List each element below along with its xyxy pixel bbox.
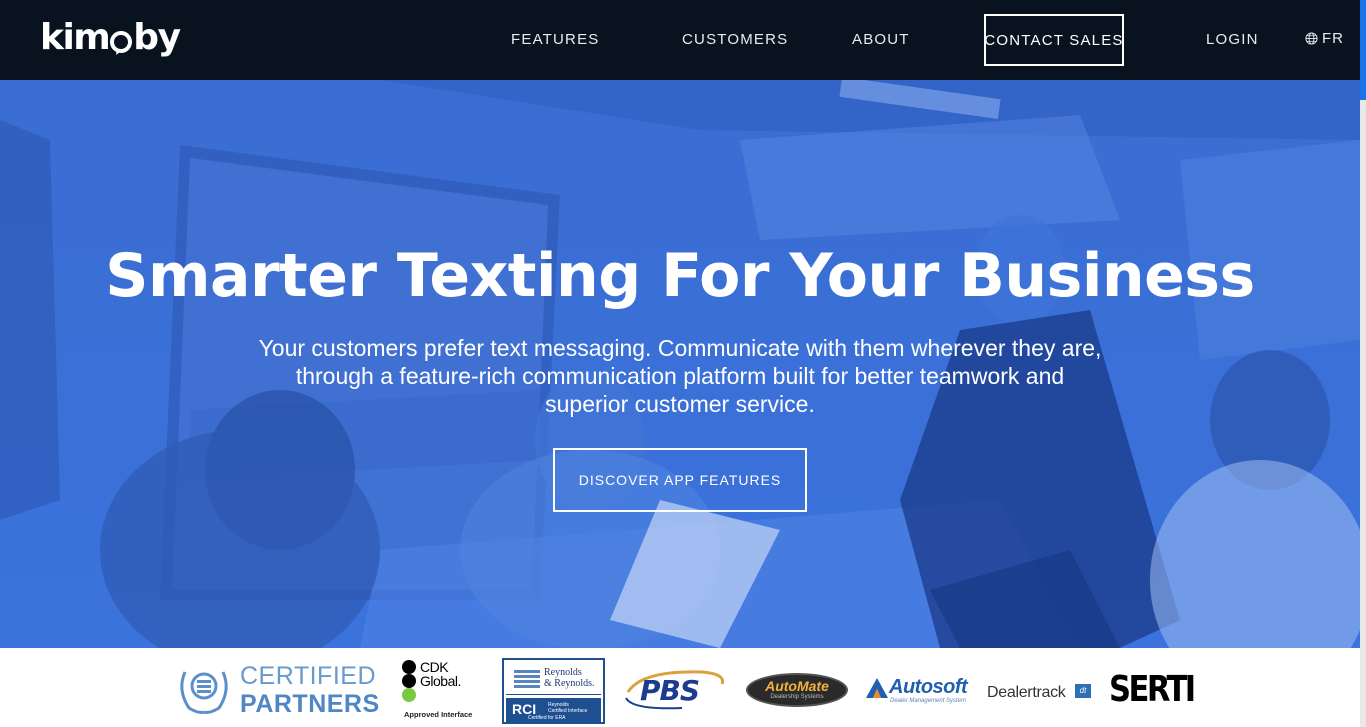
contact-sales-button[interactable]: CONTACT SALES xyxy=(984,14,1124,66)
automate-logo: AutoMate Dealership Systems xyxy=(746,673,848,707)
kimoby-logo[interactable]: kim by xyxy=(40,16,181,60)
hero-subtitle-line: superior customer service. xyxy=(545,391,815,417)
pbs-text: PBS xyxy=(640,674,700,707)
autosoft-subtext: Dealer Management System xyxy=(890,698,967,704)
cdk-global-logo: CDK Global. Approved Interface xyxy=(402,660,477,724)
partners-label: PARTNERS xyxy=(240,690,380,718)
rci-certified-for: Certified for ERA xyxy=(528,715,566,721)
discover-app-features-button[interactable]: DISCOVER APP FEATURES xyxy=(553,448,807,512)
autosoft-text: Autosoft xyxy=(889,676,968,698)
reynolds-text: Reynolds xyxy=(544,667,582,678)
nav-item-features[interactable]: FEATURES xyxy=(511,30,600,50)
scrollbar-thumb[interactable] xyxy=(1360,0,1366,100)
dealertrack-logo: Dealertrack dt xyxy=(987,683,1092,705)
cdk-text: CDK xyxy=(420,659,449,675)
hero-section: Smarter Texting For Your Business Your c… xyxy=(0,80,1360,648)
and-reynolds-text: & Reynolds. xyxy=(544,678,595,689)
hero-title: Smarter Texting For Your Business xyxy=(105,241,1255,311)
cdk-global-text: Global. xyxy=(420,673,461,689)
nav-item-about[interactable]: ABOUT xyxy=(852,30,910,50)
automate-text: AutoMate xyxy=(765,678,829,694)
nav-item-customers[interactable]: CUSTOMERS xyxy=(682,30,788,50)
autosoft-mark-icon xyxy=(866,678,888,698)
rci-small-2: Certified Interface xyxy=(548,708,588,714)
top-navigation: kim by FEATURES CUSTOMERS ABOUT CONTACT S… xyxy=(0,0,1360,80)
dealertrack-text: Dealertrack xyxy=(987,684,1066,701)
pbs-logo: PBS xyxy=(622,668,728,712)
cdk-approved-text: Approved Interface xyxy=(404,710,473,719)
hero-subtitle-line: through a feature-rich communication pla… xyxy=(295,363,1065,389)
hero-subtitle-line: Your customers prefer text messaging. Co… xyxy=(258,335,1102,361)
globe-icon xyxy=(1305,32,1318,45)
page-scrollbar[interactable] xyxy=(1360,0,1366,727)
dealertrack-badge: dt xyxy=(1075,684,1091,698)
reynolds-and-reynolds-logo: Reynolds & Reynolds. RCI Reynolds Certifi… xyxy=(502,658,605,724)
laurel-icon xyxy=(180,671,228,714)
automate-subtext: Dealership Systems xyxy=(770,694,824,700)
language-label: FR xyxy=(1322,30,1344,47)
certified-partners-badge: CERTIFIED PARTNERS xyxy=(175,660,379,720)
login-link[interactable]: LOGIN xyxy=(1206,30,1259,50)
hero-subtitle: Your customers prefer text messaging. Co… xyxy=(230,334,1130,418)
certified-label: CERTIFIED xyxy=(240,662,376,690)
language-switcher[interactable]: FR xyxy=(1305,30,1344,47)
partners-bar: CERTIFIED PARTNERS CDK Global. Approved … xyxy=(0,648,1360,727)
serti-logo: SERTI xyxy=(1109,669,1196,710)
autosoft-logo: Autosoft Dealer Management System xyxy=(866,676,971,710)
